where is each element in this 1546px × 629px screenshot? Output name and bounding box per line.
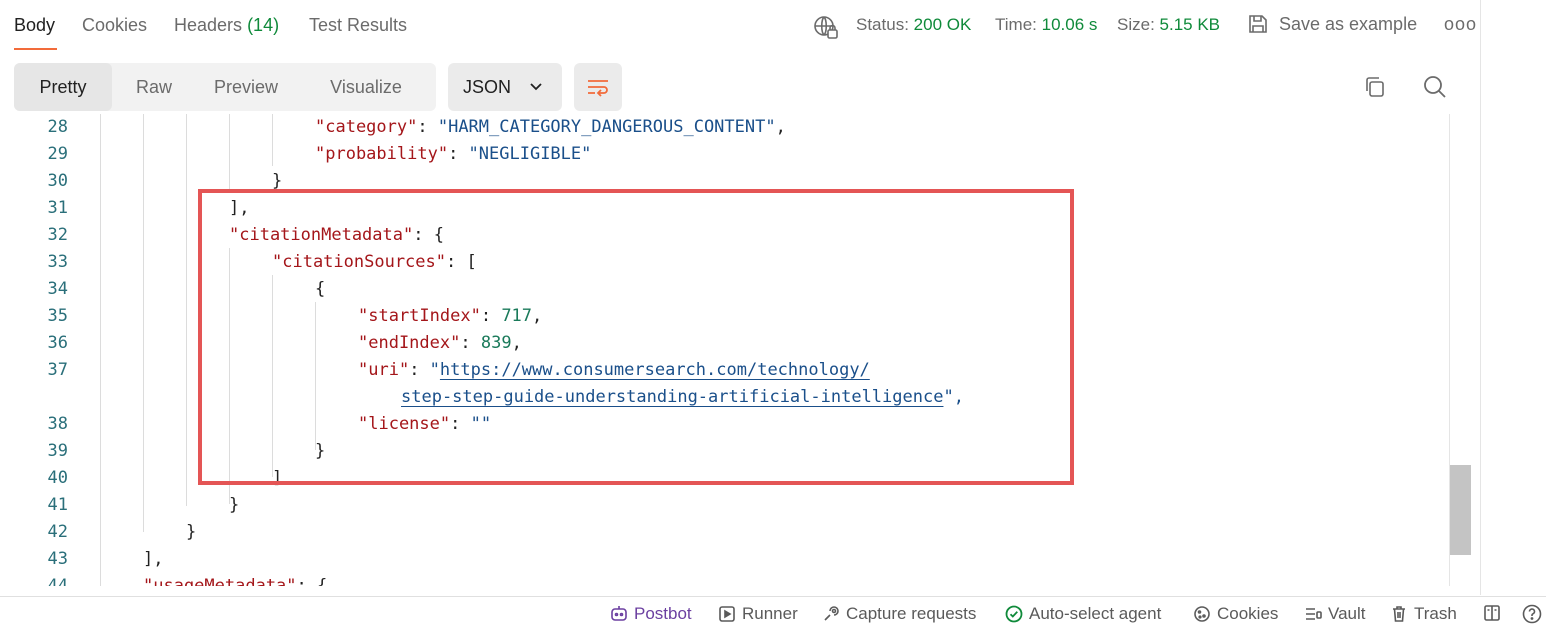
line-number: 44 — [47, 576, 68, 586]
active-tab-indicator — [14, 48, 57, 50]
json-bracket: ], — [143, 549, 164, 569]
vault-button[interactable]: Vault — [1304, 604, 1366, 624]
save-icon — [1249, 15, 1267, 33]
tab-headers-label: Headers — [174, 15, 243, 35]
postbot-button[interactable]: Postbot — [610, 604, 692, 624]
runner-button[interactable]: Runner — [718, 604, 798, 624]
auto-select-agent-label: Auto-select agent — [1029, 604, 1162, 623]
copy-button[interactable] — [1360, 72, 1390, 102]
line-number: 40 — [47, 468, 68, 488]
chevron-down-icon — [530, 83, 542, 91]
tab-test-results[interactable]: Test Results — [309, 15, 407, 36]
search-button[interactable] — [1420, 72, 1450, 102]
view-preview[interactable]: Preview — [196, 63, 296, 111]
auto-select-agent-button[interactable]: Auto-select agent — [1005, 604, 1161, 624]
line-number: 30 — [47, 171, 68, 191]
indent-guide — [186, 114, 187, 506]
line-number: 33 — [47, 252, 68, 272]
json-brace: } — [229, 495, 240, 515]
line-number: 31 — [47, 198, 68, 218]
json-string: "NEGLIGIBLE" — [468, 144, 592, 164]
indent-guide — [229, 114, 230, 192]
view-mode-selector: Pretty Raw Preview Visualize — [14, 63, 436, 111]
postbot-label: Postbot — [634, 604, 692, 623]
time-value: 10.06 s — [1041, 15, 1098, 34]
line-number: 41 — [47, 495, 68, 515]
tab-body[interactable]: Body — [14, 15, 55, 36]
status-value: 200 OK — [913, 15, 972, 34]
time-indicator[interactable]: Time: 10.06 s — [995, 15, 1097, 35]
line-number: 38 — [47, 414, 68, 434]
tab-headers[interactable]: Headers (14) — [174, 15, 279, 36]
line-number: 29 — [47, 144, 68, 164]
runner-label: Runner — [742, 604, 798, 623]
network-globe-icon[interactable] — [813, 15, 839, 46]
capture-requests-button[interactable]: Capture requests — [822, 604, 976, 624]
json-key: "usageMetadata" — [143, 576, 297, 586]
size-value: 5.15 KB — [1159, 15, 1221, 34]
format-dropdown[interactable]: JSON — [448, 63, 562, 111]
highlight-annotation-box — [198, 189, 1074, 485]
format-label: JSON — [463, 76, 512, 97]
headers-count: (14) — [247, 15, 280, 35]
vertical-scrollbar-thumb[interactable] — [1450, 465, 1471, 555]
trash-button[interactable]: Trash — [1390, 604, 1457, 624]
copy-icon — [1366, 77, 1384, 97]
response-tabs: Body Cookies Headers (14) Test Results S… — [0, 0, 1480, 56]
view-pretty[interactable]: Pretty — [14, 63, 112, 111]
two-pane-toggle-icon[interactable] — [1483, 604, 1501, 622]
line-number: 42 — [47, 522, 68, 542]
indent-guide — [100, 114, 101, 586]
tab-cookies[interactable]: Cookies — [82, 15, 147, 36]
panel-divider — [1480, 0, 1481, 595]
line-number: 36 — [47, 333, 68, 353]
json-brace: } — [186, 522, 197, 542]
size-label: Size: — [1117, 15, 1155, 34]
line-number: 34 — [47, 279, 68, 299]
help-icon[interactable] — [1522, 604, 1542, 624]
time-label: Time: — [995, 15, 1037, 34]
cookie-icon — [1194, 606, 1210, 622]
size-indicator[interactable]: Size: 5.15 KB — [1117, 15, 1220, 35]
json-key: "probability" — [315, 144, 449, 164]
trash-label: Trash — [1414, 604, 1457, 623]
save-as-example-button[interactable]: Save as example — [1247, 13, 1417, 35]
postbot-icon — [611, 606, 627, 621]
vault-label: Vault — [1328, 604, 1366, 623]
line-number: 43 — [47, 549, 68, 569]
json-string: "HARM_CATEGORY_DANGEROUS_CONTENT" — [437, 117, 776, 137]
line-number: 35 — [47, 306, 68, 326]
line-number: 39 — [47, 441, 68, 461]
save-as-example-label: Save as example — [1279, 13, 1418, 34]
trash-icon — [1393, 606, 1405, 622]
capture-requests-label: Capture requests — [846, 604, 977, 623]
line-number: 37 — [47, 360, 68, 380]
status-indicator[interactable]: Status: 200 OK — [856, 15, 971, 35]
check-circle-icon — [1005, 605, 1023, 623]
more-options-icon[interactable]: ooo — [1444, 14, 1477, 35]
status-bar: Postbot Runner Capture requests Auto-sel… — [0, 596, 1546, 629]
vault-icon — [1306, 608, 1322, 620]
line-number: 28 — [47, 117, 68, 137]
indent-guide — [143, 114, 144, 532]
json-key: "category" — [315, 117, 418, 137]
view-raw[interactable]: Raw — [112, 63, 196, 111]
search-icon — [1424, 76, 1446, 98]
line-number: 32 — [47, 225, 68, 245]
json-punct: : { — [296, 576, 328, 586]
runner-icon — [719, 606, 735, 622]
wrap-lines-icon — [588, 80, 608, 97]
wrap-lines-button[interactable] — [574, 63, 622, 111]
status-label: Status: — [856, 15, 909, 34]
indent-guide — [272, 114, 273, 166]
cookies-label: Cookies — [1217, 604, 1279, 623]
view-visualize[interactable]: Visualize — [296, 63, 436, 111]
cookies-button[interactable]: Cookies — [1193, 604, 1278, 624]
capture-icon — [824, 606, 839, 621]
